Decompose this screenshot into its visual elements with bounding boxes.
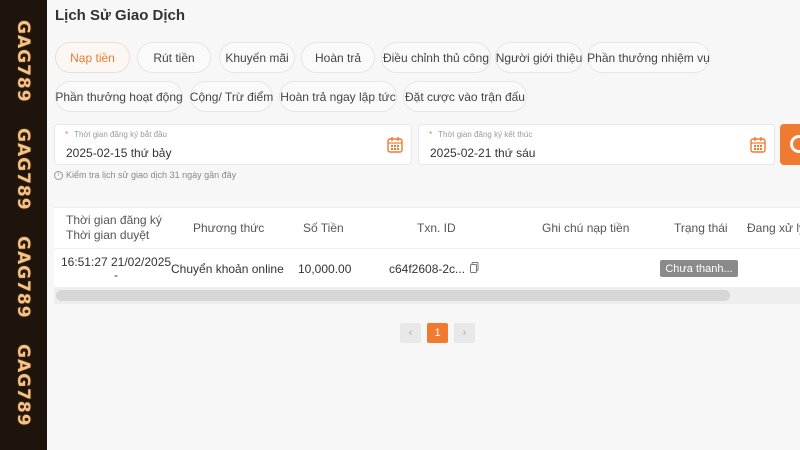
row-method: Chuyển khoản online bbox=[171, 262, 284, 276]
app-root: GAG789 GAG789 GAG789 GAG789 Lịch Sử Giao… bbox=[0, 0, 800, 450]
search-button[interactable] bbox=[780, 124, 800, 165]
status-badge: Chưa thanh... bbox=[660, 260, 738, 277]
calendar-icon[interactable] bbox=[387, 136, 403, 153]
calendar-icon[interactable] bbox=[750, 136, 766, 153]
tab-promotion[interactable]: Khuyến mãi bbox=[219, 42, 295, 73]
tab-mission-reward[interactable]: Phần thưởng nhiệm vụ bbox=[587, 42, 710, 73]
tab-manual-adjust[interactable]: Điều chỉnh thủ công bbox=[381, 42, 491, 73]
table-row[interactable]: 16:51:27 21/02/2025 - Chuyển khoản onlin… bbox=[54, 248, 800, 288]
hint-text: Kiểm tra lịch sử giao dịch 31 ngày gần đ… bbox=[66, 170, 237, 180]
end-date-value: 2025-02-21 thứ sáu bbox=[430, 146, 536, 160]
brand-watermark: GAG789 bbox=[13, 20, 33, 103]
tab-instant-rebate[interactable]: Hoàn trả ngay lập tức bbox=[279, 81, 397, 112]
search-icon bbox=[790, 135, 800, 153]
header-amount: Số Tiền bbox=[303, 221, 344, 235]
header-deposit-note: Ghi chú nạp tiền bbox=[542, 221, 630, 235]
page-1-button[interactable]: 1 bbox=[427, 323, 448, 343]
header-time: Thời gian đăng ký Thời gian duyệt bbox=[66, 213, 162, 242]
brand-watermark: GAG789 bbox=[13, 236, 33, 319]
header-method: Phương thức bbox=[193, 221, 265, 235]
copy-icon[interactable] bbox=[470, 262, 479, 273]
tab-add-subtract-points[interactable]: Cộng/ Trừ điểm bbox=[190, 81, 273, 112]
transactions-table: Thời gian đăng ký Thời gian duyệt Phương… bbox=[54, 207, 800, 288]
scrollbar-thumb[interactable] bbox=[56, 290, 730, 301]
tab-match-bet[interactable]: Đặt cược vào trận đấu bbox=[403, 81, 527, 112]
end-date-label: * Thời gian đăng ký kết thúc bbox=[429, 130, 533, 139]
header-processing: Đang xử lý bbox=[747, 221, 800, 235]
next-page-button[interactable]: › bbox=[454, 323, 475, 343]
tab-withdraw[interactable]: Rút tiền bbox=[137, 42, 211, 73]
info-icon: i bbox=[54, 170, 63, 180]
prev-page-button[interactable]: ‹ bbox=[400, 323, 421, 343]
main-panel: Lịch Sử Giao Dịch Nạp tiền Rút tiền Khuy… bbox=[47, 0, 800, 450]
row-time: 16:51:27 21/02/2025 - bbox=[60, 255, 172, 282]
header-txn-id: Txn. ID bbox=[417, 221, 456, 235]
horizontal-scrollbar[interactable] bbox=[54, 287, 800, 304]
tab-rebate[interactable]: Hoàn trả bbox=[301, 42, 375, 73]
brand-watermark: GAG789 bbox=[13, 344, 33, 427]
end-date-field[interactable]: * Thời gian đăng ký kết thúc 2025-02-21 t… bbox=[418, 124, 775, 165]
brand-watermark: GAG789 bbox=[13, 128, 33, 211]
page-title: Lịch Sử Giao Dịch bbox=[55, 7, 186, 24]
start-date-label: * Thời gian đăng ký bắt đầu bbox=[65, 130, 167, 139]
row-amount: 10,000.00 bbox=[298, 262, 352, 276]
start-date-field[interactable]: * Thời gian đăng ký bắt đầu 2025-02-15 th… bbox=[54, 124, 412, 165]
tab-referral[interactable]: Người giới thiệu bbox=[495, 42, 583, 73]
brand-sidebar: GAG789 GAG789 GAG789 GAG789 bbox=[0, 0, 47, 450]
row-txn-id: c64f2608-2c... bbox=[389, 262, 466, 276]
tab-activity-reward[interactable]: Phần thưởng hoạt động bbox=[55, 81, 183, 112]
date-range-hint: i Kiểm tra lịch sử giao dịch 31 ngày gần… bbox=[54, 170, 236, 180]
start-date-value: 2025-02-15 thứ bảy bbox=[66, 146, 172, 160]
tab-deposit[interactable]: Nạp tiền bbox=[55, 42, 130, 73]
header-status: Trạng thái bbox=[674, 221, 728, 235]
